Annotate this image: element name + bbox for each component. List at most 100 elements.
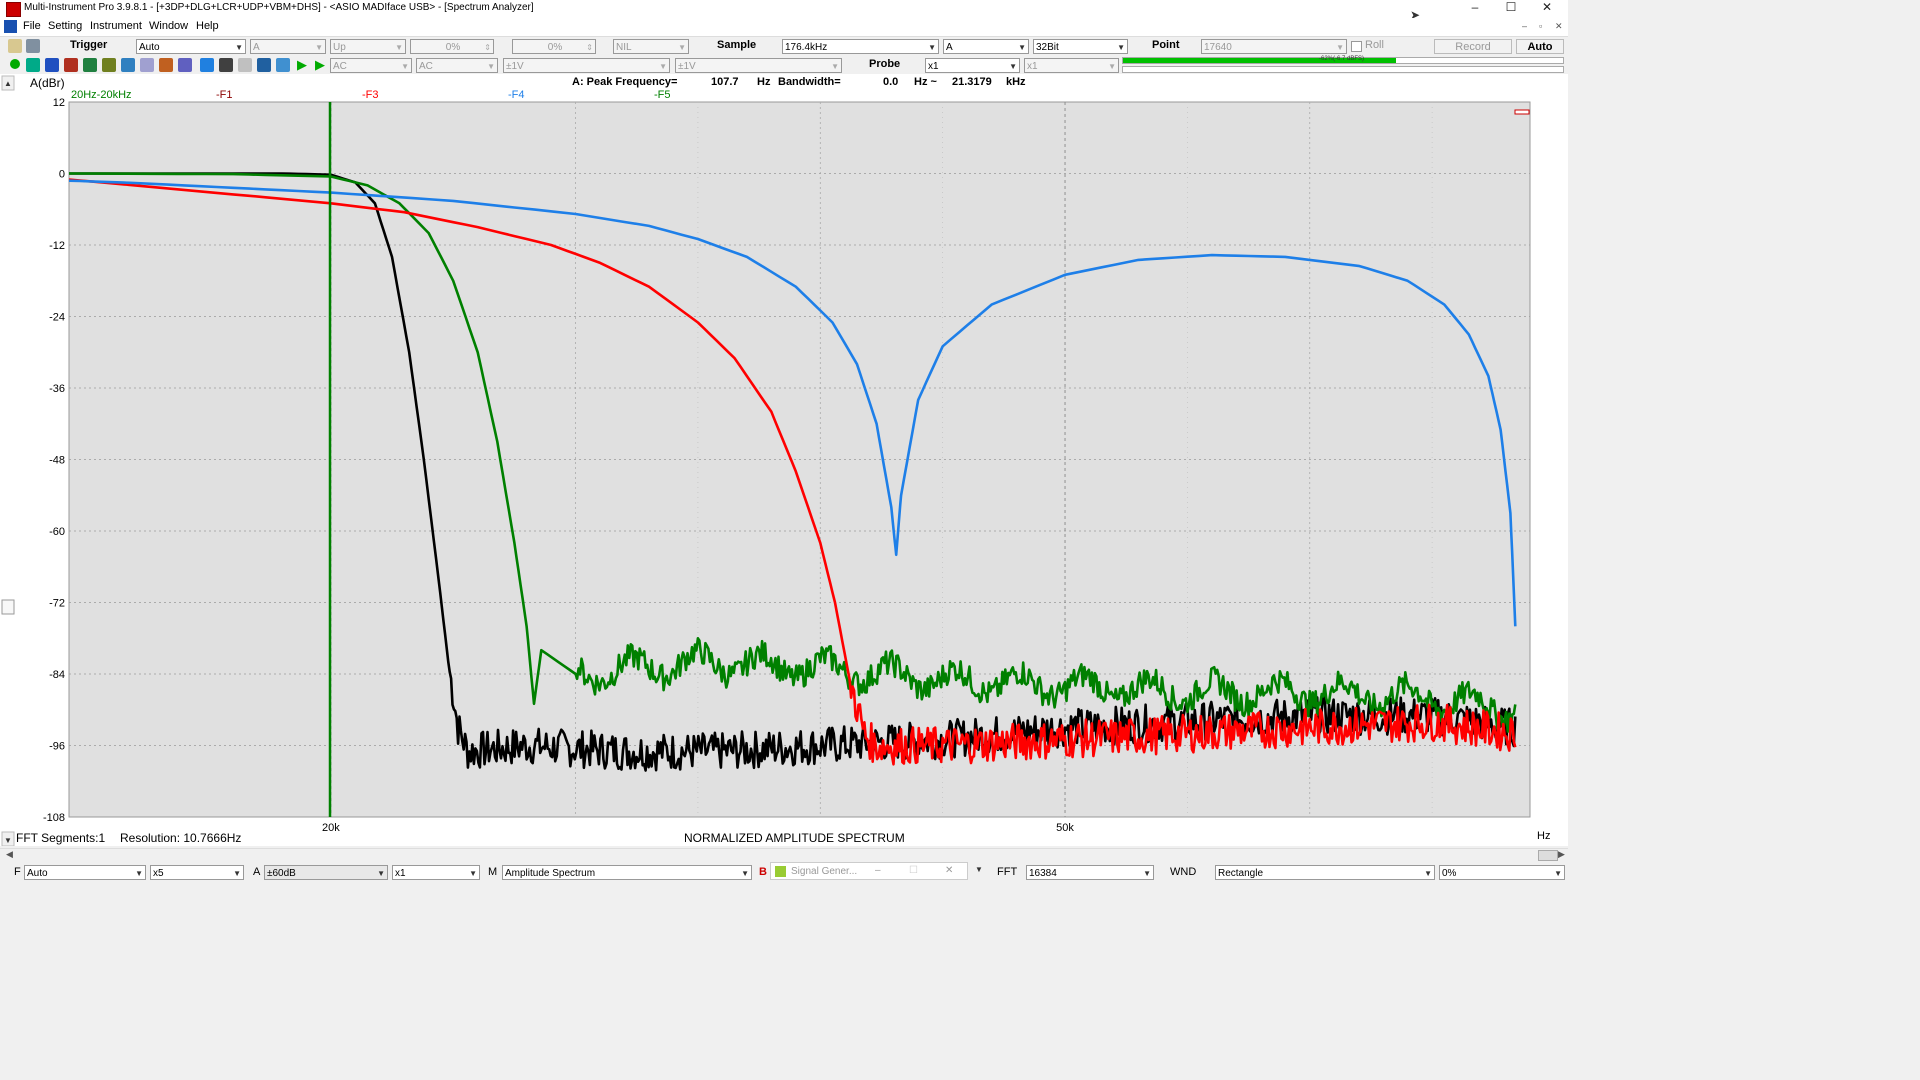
spectrum-3d-icon[interactable] [83,58,97,72]
chart-caption: NORMALIZED AMPLITUDE SPECTRUM [684,831,905,845]
probe-a-select[interactable]: x1 ▼ [925,58,1020,73]
probe-b-select[interactable]: x1 ▼ [1024,58,1119,73]
mode-value: Amplitude Spectrum [505,868,596,879]
trigger-extra-value: NIL [616,42,632,53]
resolution-text: Resolution: 10.7666Hz [120,831,242,845]
level-meter: -62%(-6.7 dBFS) [1122,56,1564,64]
device-test-plan-icon[interactable] [159,58,173,72]
multimeter-icon[interactable] [64,58,78,72]
overlap-select[interactable]: 0% ▼ [1439,865,1565,880]
close-button[interactable]: ✕ [1530,0,1564,18]
trigger-toolbar: Trigger Auto ▼ A ▼ Up ▼ 0% ⇕ 0% ⇕ NIL ▼ Sample… [0,37,1568,56]
mode-select[interactable]: Amplitude Spectrum ▼ [502,865,752,880]
zoom-select[interactable]: x5 ▼ [150,865,244,880]
menu-setting[interactable]: Setting [48,20,82,32]
trigger-delay-stepper[interactable]: 0% ⇕ [512,39,596,54]
coupling-b-select[interactable]: AC ▼ [416,58,498,73]
menu-window[interactable]: Window [149,20,188,32]
marker-f5-label[interactable]: -F5 [654,89,671,101]
marker-f1-label[interactable]: -F1 [216,89,233,101]
scroll-h-thumb[interactable] [1538,850,1558,861]
sample-rate-value: 176.4kHz [785,42,828,53]
trigger-mode-value: Auto [139,42,160,53]
sample-channel-select[interactable]: A ▼ [943,39,1029,54]
siggen-maximize-icon[interactable]: ☐ [909,865,918,876]
scroll-left-icon[interactable]: ◀ [6,849,13,860]
marker-f4-label[interactable]: -F4 [508,89,525,101]
play-once-icon[interactable]: ▶ [315,57,325,73]
sample-rate-select[interactable]: 176.4kHz ▼ [782,39,939,54]
trigger-channel-select[interactable]: A ▼ [250,39,326,54]
a-multiplier-select[interactable]: x1 ▼ [392,865,480,880]
f-label: F [14,866,21,878]
a-range-select[interactable]: ±60dB ▼ [264,865,388,880]
range-b-select[interactable]: ±1V ▼ [675,58,842,73]
siggen-minimize-icon[interactable]: – [875,865,881,876]
trigger-delay-value: 0% [547,42,563,53]
maximize-button[interactable]: ☐ [1494,0,1528,18]
scroll-right-icon[interactable]: ▶ [1558,849,1565,860]
range-a-value: ±1V [506,61,524,72]
fft-label: FFT [997,866,1018,878]
speaker-icon[interactable] [276,58,290,72]
trigger-level-stepper[interactable]: 0% ⇕ [410,39,494,54]
data-logger-icon[interactable] [121,58,135,72]
y-tick-label: -72 [49,598,65,610]
tb-tool-icon[interactable] [238,58,252,72]
play-icon[interactable]: ▶ [297,57,307,73]
marker-f3-label[interactable]: -F3 [362,89,379,101]
bit-depth-select[interactable]: 32Bit ▼ [1033,39,1128,54]
window-function-select[interactable]: Rectangle ▼ [1215,865,1435,880]
wrench-icon[interactable] [257,58,271,72]
m-label: M [488,866,498,878]
ta-tool-icon[interactable] [219,58,233,72]
oscilloscope-icon[interactable] [26,58,40,72]
menu-file[interactable]: File [23,20,41,32]
bandwidth-unit: Hz ~ [914,76,937,88]
window-title: Multi-Instrument Pro 3.9.8.1 - [+3DP+DLG… [24,2,534,13]
channel-toolbar: ▶ ▶ AC ▼ AC ▼ ±1V ▼ ±1V ▼ Probe x1 ▼ x1 ▼ -62%… [0,56,1568,75]
run-indicator-icon[interactable] [10,59,20,69]
minimize-button[interactable]: – [1458,0,1492,18]
coupling-a-select[interactable]: AC ▼ [330,58,412,73]
range-a-select[interactable]: ±1V ▼ [503,58,670,73]
phase-plot-icon[interactable] [102,58,116,72]
frequency-scale-select[interactable]: Auto ▼ [24,865,146,880]
x-tick-label: 20k [322,822,340,834]
mdi-restore-button[interactable]: ▫ [1539,21,1542,31]
trigger-edge-select[interactable]: Up ▼ [330,39,406,54]
fft-segments-text: FFT Segments:1 [16,831,106,845]
signal-generator-mini-window[interactable]: Signal Gener... – ☐ ✕ [770,862,968,880]
menu-help[interactable]: Help [196,20,219,32]
roll-checkbox[interactable] [1351,41,1362,52]
bandwidth-high-value: 21.3179 [952,76,992,88]
menu-bar: File Setting Instrument Window Help – ▫ … [0,18,1568,37]
dds-generator-icon[interactable] [178,58,192,72]
trigger-extra-select[interactable]: NIL ▼ [613,39,689,54]
menu-instrument[interactable]: Instrument [90,20,142,32]
save-icon[interactable] [26,39,40,53]
signal-generator-icon[interactable] [140,58,154,72]
mdi-close-button[interactable]: ✕ [1555,21,1563,32]
siggen-close-icon[interactable]: ✕ [945,865,953,876]
trigger-mode-select[interactable]: Auto ▼ [136,39,246,54]
fft-size-select[interactable]: 16384 ▼ [1026,865,1154,880]
horizontal-scrollbar[interactable]: ◀ ▶ [0,848,1568,861]
record-button[interactable]: Record [1434,39,1512,54]
lcr-meter-icon[interactable] [200,58,214,72]
spectrum-analyzer-icon[interactable] [45,58,59,72]
y-tick-label: -60 [49,526,65,538]
point-select[interactable]: 17640 ▼ [1201,39,1347,54]
bottom-control-bar: F Auto ▼ x5 ▼ A ±60dB ▼ x1 ▼ M Amplitude Spe… [0,862,1568,882]
open-icon[interactable] [8,39,22,53]
peak-frequency-unit: Hz [757,76,771,88]
auto-button[interactable]: Auto [1516,39,1564,54]
y-tick-label: -24 [49,312,65,324]
sample-label: Sample [717,39,757,51]
b-dropdown-arrow-icon[interactable]: ▼ [975,865,983,874]
spectrum-chart[interactable]: 12 0 -12 -24 -36 -48 -60 -72 -84 -96 -108 20k 50k ▲… [0,74,1568,846]
scroll-thumb[interactable] [1,599,15,615]
mdi-minimize-button[interactable]: – [1522,21,1527,31]
y-tick-label: -84 [49,669,65,681]
y-tick-label: -96 [49,741,65,753]
